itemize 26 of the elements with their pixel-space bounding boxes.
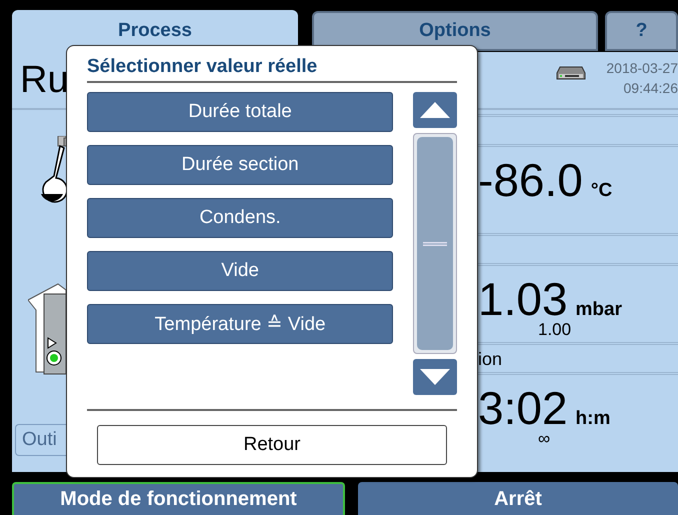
- time-text: 09:44:26: [622, 79, 678, 98]
- date-text: 2018-03-27: [606, 59, 678, 78]
- bottom-button[interactable]: Mode de fonctionnement: [12, 482, 345, 515]
- reading-unit: mbar: [576, 299, 622, 321]
- option-button[interactable]: Vide: [87, 251, 394, 291]
- setpoint-text: 1.00: [538, 320, 572, 340]
- scroll-down-button[interactable]: [413, 359, 457, 396]
- grip-icon: [423, 242, 448, 246]
- tab[interactable]: Options: [312, 11, 598, 51]
- up-triangle-icon: [420, 102, 450, 118]
- option-button[interactable]: Durée totale: [87, 92, 394, 132]
- mode-text: Ru: [20, 58, 69, 102]
- option-button[interactable]: Température ≙ Vide: [87, 304, 394, 344]
- option-button[interactable]: Condens.: [87, 198, 394, 238]
- back-button[interactable]: Retour: [97, 425, 447, 465]
- reading-value: -86.0: [478, 153, 583, 207]
- dialog-title: Sélectionner valeur réelle: [87, 56, 457, 83]
- reading-unit: °C: [590, 180, 612, 202]
- reading-label: ion: [478, 349, 502, 370]
- down-triangle-icon: [420, 369, 450, 386]
- reading-unit: h:m: [576, 408, 610, 430]
- tab[interactable]: ?: [605, 11, 678, 51]
- drive-icon: [556, 66, 586, 80]
- scroll-up-button[interactable]: [413, 92, 457, 128]
- bottom-button[interactable]: Arrêt: [358, 482, 678, 515]
- option-button[interactable]: Durée section: [87, 145, 394, 185]
